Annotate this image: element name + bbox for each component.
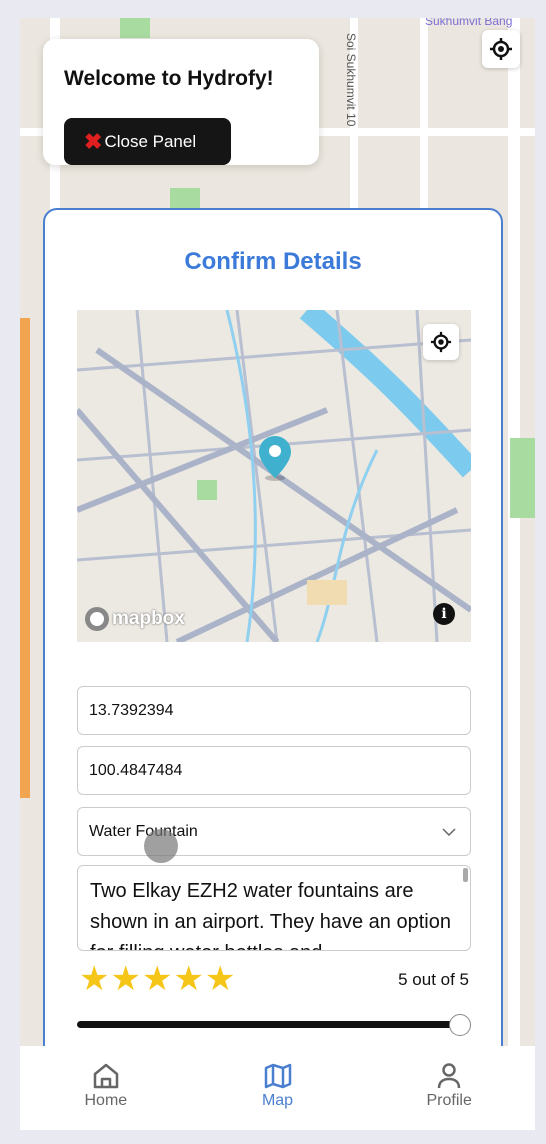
welcome-panel: Welcome to Hydrofy! ✖ Close Panel: [43, 39, 319, 165]
minimap-locate-button[interactable]: [423, 324, 459, 360]
nav-profile-label: Profile: [426, 1092, 472, 1109]
close-icon: ✖: [84, 128, 103, 154]
home-icon: [93, 1063, 119, 1089]
panel-title: Confirm Details: [184, 248, 362, 275]
rating-label: 5 out of 5: [398, 970, 469, 989]
crosshair-icon: [490, 38, 512, 60]
star-icon[interactable]: ★: [205, 962, 235, 996]
star-icon[interactable]: ★: [173, 962, 203, 996]
textarea-scrollbar[interactable]: [463, 868, 468, 882]
type-select[interactable]: Water Fountain: [77, 807, 471, 856]
type-select-value: Water Fountain: [89, 822, 198, 840]
star-icon[interactable]: ★: [142, 962, 172, 996]
rating-slider[interactable]: [77, 1014, 471, 1036]
welcome-title: Welcome to Hydrofy!: [64, 67, 274, 90]
info-icon[interactable]: i: [433, 603, 455, 625]
nav-map-label: Map: [261, 1092, 294, 1109]
description-text: Two Elkay EZH2 water fountains are shown…: [90, 880, 451, 950]
star-rating[interactable]: ★ ★ ★ ★ ★: [79, 962, 235, 996]
close-panel-button[interactable]: ✖ Close Panel: [64, 118, 231, 165]
crosshair-icon: [430, 331, 452, 353]
latitude-input[interactable]: [77, 686, 471, 735]
location-minimap[interactable]: mapbox i: [77, 310, 471, 642]
slider-thumb[interactable]: [449, 1014, 471, 1036]
nav-profile[interactable]: Profile: [363, 1046, 535, 1130]
chevron-down-icon: [442, 827, 456, 836]
longitude-input[interactable]: [77, 746, 471, 795]
nav-map[interactable]: Map: [192, 1046, 364, 1130]
locate-button[interactable]: [482, 30, 520, 68]
description-textarea[interactable]: Two Elkay EZH2 water fountains are shown…: [77, 865, 471, 951]
nav-home[interactable]: Home: [20, 1046, 192, 1130]
map-screen[interactable]: Soi Sukhumvit 10 Sukhumvit Bang Welcome …: [20, 18, 535, 1130]
mapbox-logo: mapbox: [85, 607, 185, 631]
map-icon: [264, 1063, 291, 1089]
bottom-nav: Home Map Profile: [20, 1046, 535, 1130]
confirm-details-panel: Confirm Details mapbox i Water Fount: [43, 208, 503, 1068]
nav-home-label: Home: [84, 1092, 128, 1109]
location-pin-icon[interactable]: [257, 434, 293, 487]
map-place-label: Sukhumvit Bang: [425, 18, 513, 28]
star-icon[interactable]: ★: [79, 962, 109, 996]
map-street-label: Soi Sukhumvit 10: [344, 33, 358, 127]
close-panel-label: Close Panel: [104, 131, 197, 151]
profile-icon: [437, 1063, 461, 1089]
star-icon[interactable]: ★: [110, 962, 140, 996]
touch-indicator: [144, 829, 178, 863]
